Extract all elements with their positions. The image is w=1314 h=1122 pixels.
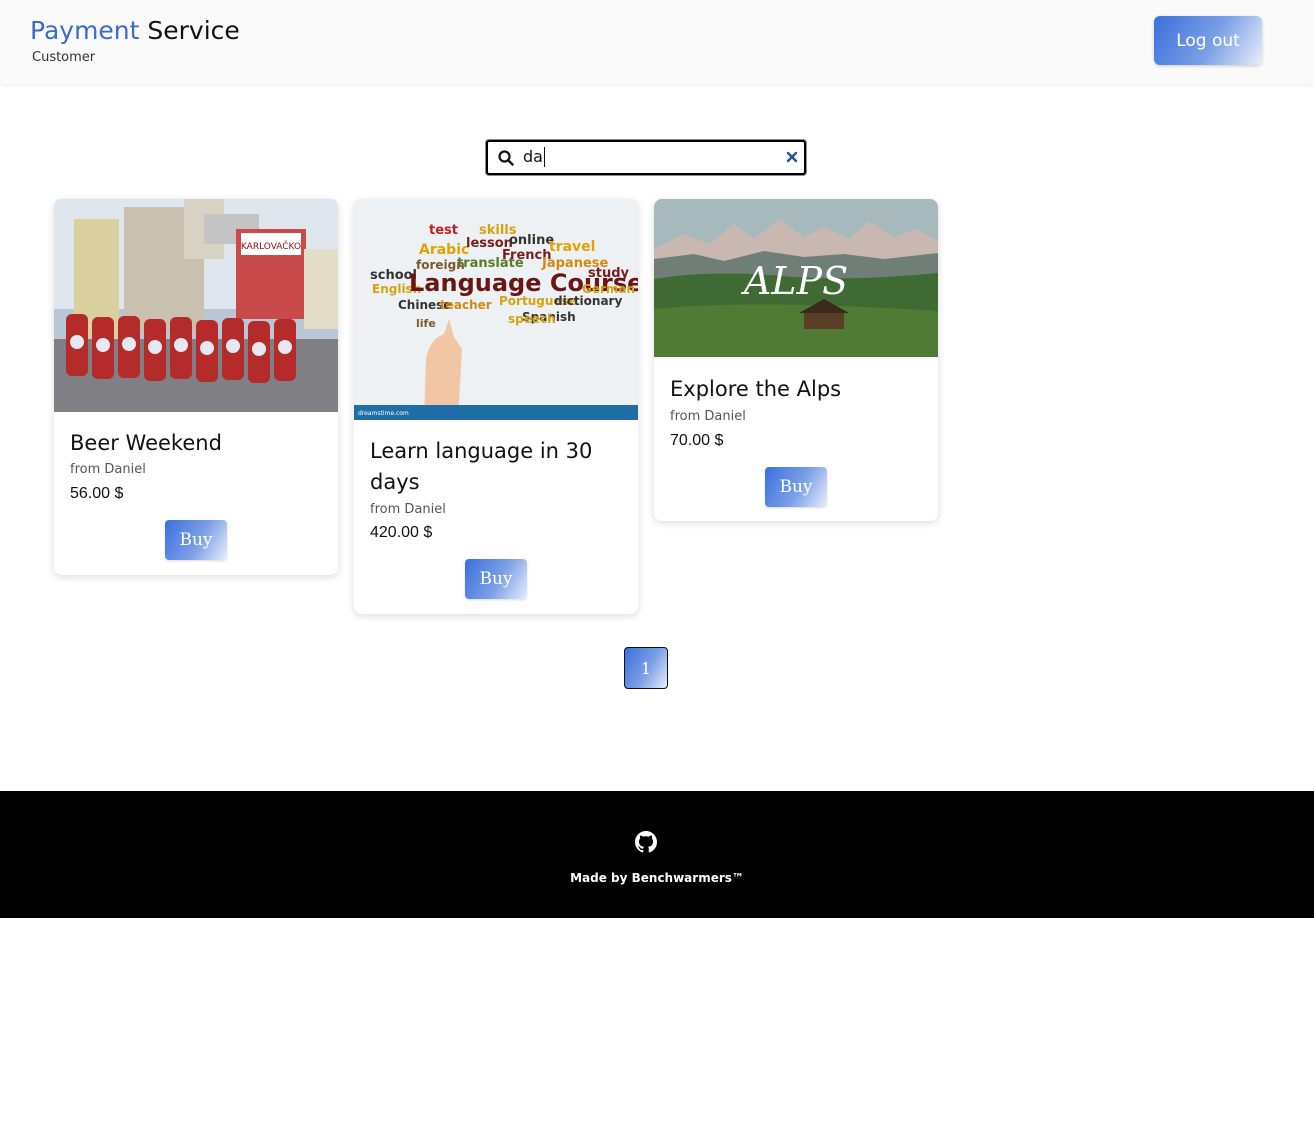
footer: Made by Benchwarmers™ <box>0 791 1314 918</box>
product-image-language: test skills Arabic lesson online travel … <box>354 199 638 420</box>
svg-text:dictionary: dictionary <box>554 294 622 308</box>
product-seller: from Daniel <box>70 462 146 477</box>
logout-button[interactable]: Log out <box>1154 16 1262 65</box>
brand-accent-text: Payment <box>30 16 140 45</box>
alps-image-text: ALPS <box>741 259 848 303</box>
product-title: Beer Weekend <box>70 431 222 455</box>
product-price: 70.00 $ <box>670 432 724 449</box>
svg-text:test: test <box>429 223 458 238</box>
product-title: Learn language in 30 days <box>370 439 593 494</box>
product-price: 56.00 $ <box>70 485 124 502</box>
search-input[interactable]: da <box>486 140 806 175</box>
github-icon[interactable] <box>635 831 657 853</box>
buy-button[interactable]: Buy <box>765 467 827 507</box>
app-brand[interactable]: Payment Service <box>30 15 240 47</box>
brand-rest-text: Service <box>139 16 240 45</box>
svg-text:travel: travel <box>549 239 595 255</box>
product-image-beer: KARLOVAČKO <box>54 199 338 412</box>
clear-search-icon[interactable] <box>785 150 799 164</box>
pagination-page-button[interactable]: 1 <box>624 647 668 689</box>
product-price: 420.00 $ <box>370 524 433 541</box>
beer-sign-text: KARLOVAČKO <box>241 240 301 252</box>
svg-text:teacher: teacher <box>440 298 492 312</box>
product-image-alps: ALPS <box>654 199 938 357</box>
footer-credit: Made by Benchwarmers™ <box>570 871 744 885</box>
buy-button[interactable]: Buy <box>465 559 527 599</box>
product-card: test skills Arabic lesson online travel … <box>354 199 638 614</box>
product-seller: from Daniel <box>670 409 746 424</box>
product-card: KARLOVAČKO Beer Weekend from Daniel 56.0… <box>54 199 338 575</box>
top-navbar: Payment Service Customer Log out <box>0 0 1314 84</box>
svg-text:speech: speech <box>508 312 556 326</box>
user-role-label: Customer <box>32 50 96 65</box>
product-seller: from Daniel <box>370 502 446 517</box>
svg-text:life: life <box>416 317 436 330</box>
svg-text:dreamstime.com: dreamstime.com <box>358 410 409 417</box>
search-query-text: da <box>523 147 545 167</box>
search-icon <box>498 150 514 166</box>
product-title: Explore the Alps <box>670 377 842 401</box>
product-card: ALPS Explore the Alps from Daniel 70.00 … <box>654 199 938 521</box>
buy-button[interactable]: Buy <box>165 520 227 560</box>
svg-text:online: online <box>509 233 554 248</box>
